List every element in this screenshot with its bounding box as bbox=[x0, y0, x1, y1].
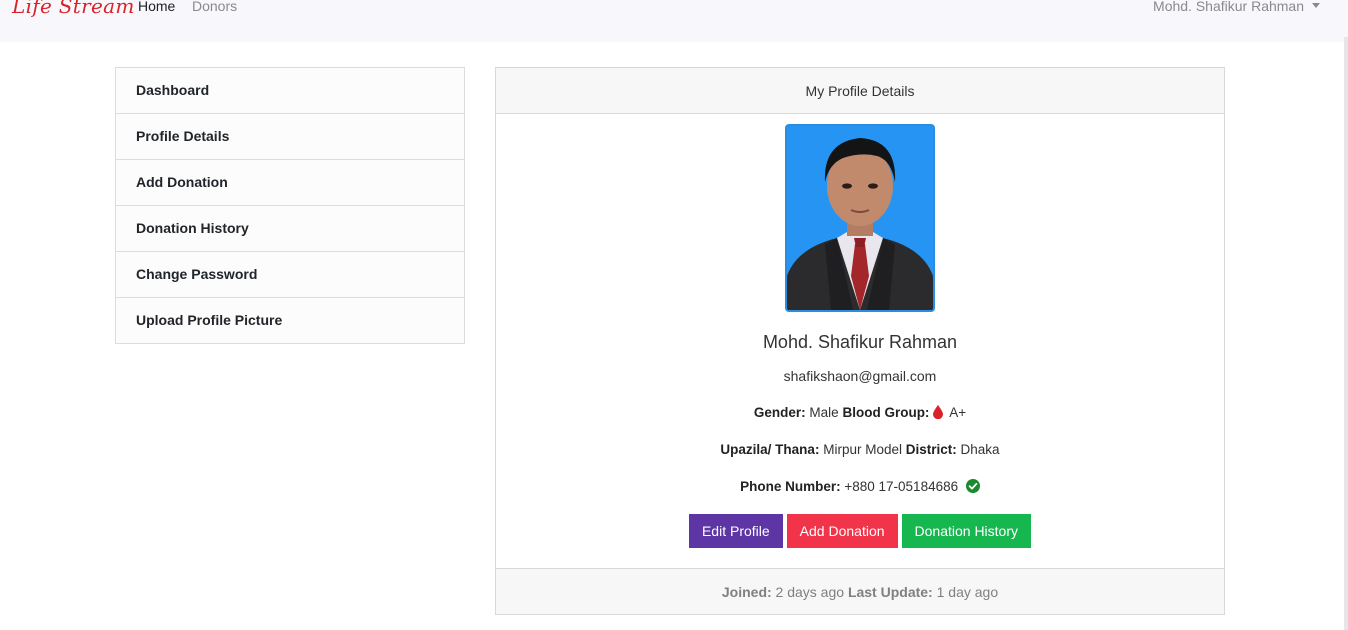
add-donation-button[interactable]: Add Donation bbox=[786, 514, 898, 548]
upazila-value: Mirpur Model bbox=[823, 442, 902, 457]
page-scrollbar[interactable] bbox=[1344, 37, 1348, 630]
phone-value: +880 17-05184686 bbox=[844, 479, 959, 494]
gender-label: Gender: bbox=[753, 405, 806, 420]
profile-name: Mohd. Shafikur Rahman bbox=[762, 332, 958, 352]
blood-group-value: A+ bbox=[949, 405, 967, 420]
phone-label: Phone Number: bbox=[740, 479, 841, 494]
joined-value: 2 days ago bbox=[775, 584, 845, 600]
profile-action-buttons: Edit Profile Add Donation Donation Histo… bbox=[496, 514, 1224, 548]
sidebar-item-change-password[interactable]: Change Password bbox=[116, 252, 464, 298]
gender-blood-line: Gender: Male Blood Group: A+ bbox=[496, 405, 1224, 422]
blood-drop-icon bbox=[933, 405, 944, 422]
sidebar-item-profile-details[interactable]: Profile Details bbox=[116, 114, 464, 160]
donation-history-button[interactable]: Donation History bbox=[901, 514, 1032, 548]
nav-home-link[interactable]: Home bbox=[138, 0, 175, 14]
user-menu-name: Mohd. Shafikur Rahman bbox=[1153, 0, 1304, 14]
profile-email: shafikshaon@gmail.com bbox=[783, 368, 937, 384]
profile-card-header: My Profile Details bbox=[496, 68, 1224, 114]
profile-card-footer: Joined: 2 days ago Last Update: 1 day ag… bbox=[496, 568, 1224, 614]
profile-photo bbox=[785, 124, 935, 312]
district-value: Dhaka bbox=[960, 442, 1000, 457]
profile-card: My Profile Details Mohd. Shafikur Rahman… bbox=[495, 67, 1225, 615]
phone-line: Phone Number: +880 17-05184686 bbox=[496, 479, 1224, 496]
nav-donors-link[interactable]: Donors bbox=[192, 0, 237, 14]
sidebar-item-upload-profile-picture[interactable]: Upload Profile Picture bbox=[116, 298, 464, 343]
user-menu-dropdown[interactable]: Mohd. Shafikur Rahman bbox=[1153, 0, 1320, 14]
last-update-label: Last Update: bbox=[847, 584, 933, 600]
profile-card-body: Mohd. Shafikur Rahman shafikshaon@gmail.… bbox=[496, 114, 1224, 568]
upazila-label: Upazila/ Thana: bbox=[720, 442, 820, 457]
blood-group-label: Blood Group: bbox=[842, 405, 930, 420]
caret-down-icon bbox=[1312, 2, 1320, 8]
sidebar-item-donation-history[interactable]: Donation History bbox=[116, 206, 464, 252]
location-line: Upazila/ Thana: Mirpur Model District: D… bbox=[496, 442, 1224, 457]
sidebar-item-dashboard[interactable]: Dashboard bbox=[116, 68, 464, 114]
check-circle-icon bbox=[965, 479, 980, 496]
sidebar-item-add-donation[interactable]: Add Donation bbox=[116, 160, 464, 206]
top-navbar: Life Stream Home Donors Mohd. Shafikur R… bbox=[0, 0, 1348, 42]
last-update-value: 1 day ago bbox=[936, 584, 999, 600]
gender-value: Male bbox=[809, 405, 839, 420]
district-label: District: bbox=[905, 442, 957, 457]
edit-profile-button[interactable]: Edit Profile bbox=[688, 514, 783, 548]
joined-label: Joined: bbox=[721, 584, 772, 600]
brand-logo[interactable]: Life Stream bbox=[12, 0, 135, 18]
sidebar-menu: Dashboard Profile Details Add Donation D… bbox=[115, 67, 465, 344]
